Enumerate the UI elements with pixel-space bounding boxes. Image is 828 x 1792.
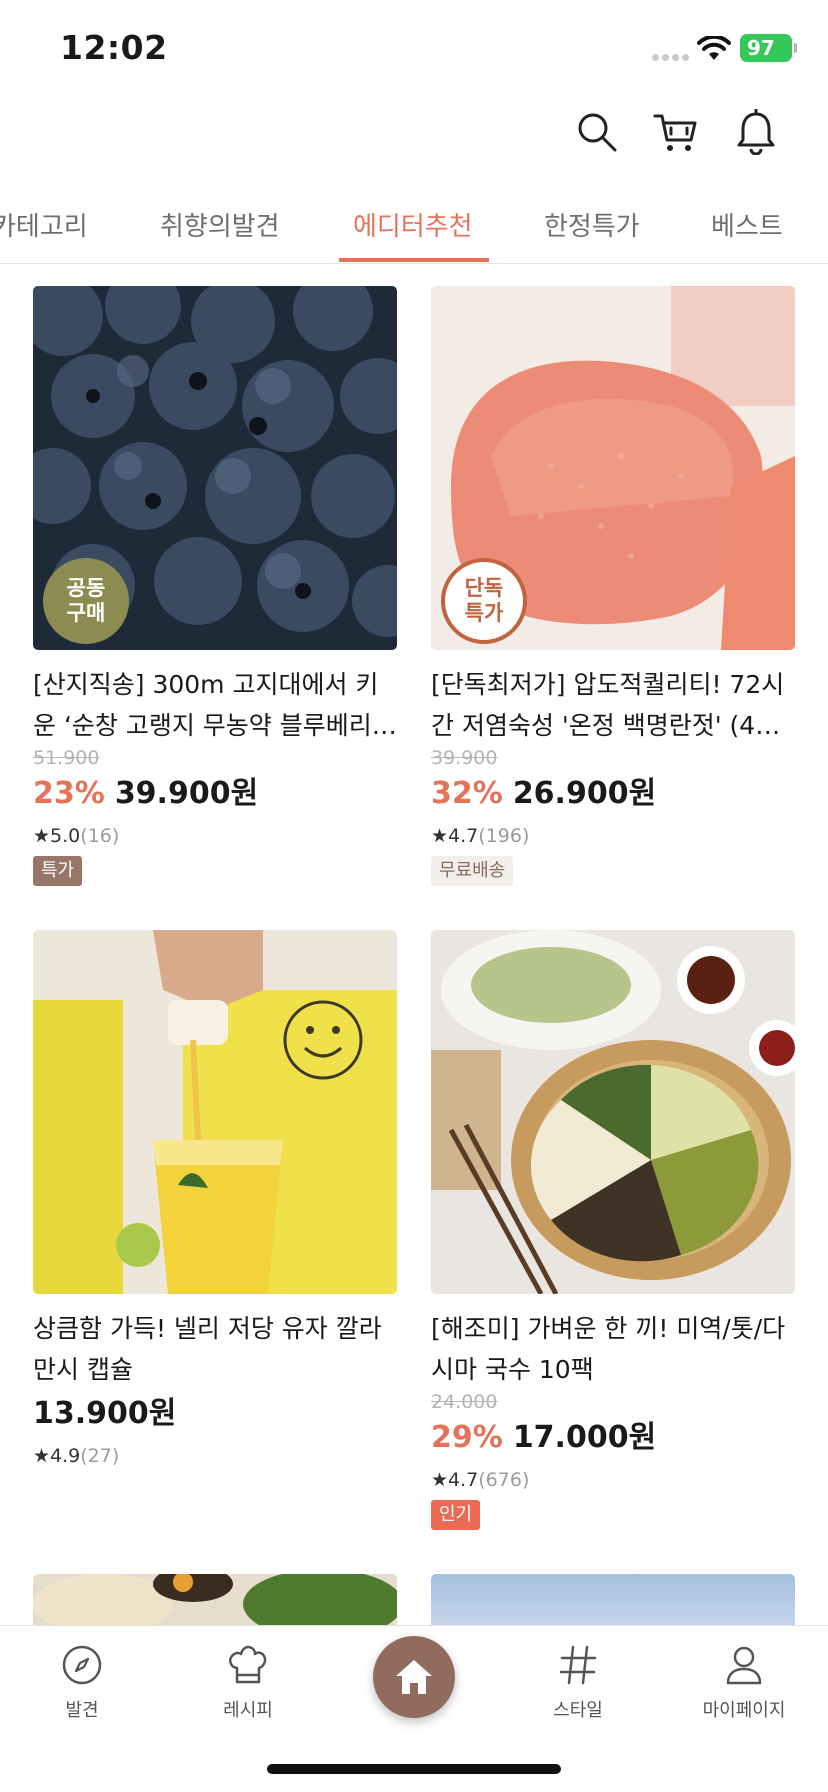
rating: ★4.7(196) (431, 820, 795, 852)
product-card[interactable]: [해조미] 가벼운 한 끼! 미역/톳/다시마 국수 10팩 24.000 29… (431, 930, 795, 1530)
product-image-pollock-roe[interactable]: 단독 특가 (431, 286, 795, 650)
cart-button[interactable] (652, 108, 700, 156)
person-icon (726, 1646, 762, 1685)
home-icon (396, 1660, 432, 1694)
active-tab-indicator (339, 258, 489, 262)
status-bar: 12:02 97 (0, 0, 828, 96)
badge-line: 공동 (66, 576, 106, 600)
product-grid: 공동 구매 [산지직송] 300m 고지대에서 키운 ‘순창 고랭지 무농약 블… (0, 286, 828, 1626)
rating-score: 4.9 (50, 1445, 81, 1467)
compass-icon (62, 1645, 102, 1685)
review-count: (16) (80, 825, 120, 847)
nav-home[interactable] (373, 1636, 455, 1718)
citron-drink-photo (33, 930, 397, 1294)
nav-label: 발견 (65, 1700, 99, 1721)
nav-discover[interactable]: 발견 (12, 1644, 152, 1722)
partial-sky-photo (431, 1574, 795, 1626)
exclusive-deal-badge: 단독 특가 (441, 558, 527, 644)
tab-taste-discovery[interactable]: 취향의발견 (160, 206, 280, 243)
rating-score: 5.0 (50, 825, 81, 847)
discount-rate: 23% (33, 776, 105, 811)
review-count: (196) (478, 825, 530, 847)
star-icon: ★ (33, 825, 51, 847)
sale-price: 17.000원 (512, 1420, 657, 1455)
tab-limited-deal[interactable]: 한정특가 (544, 206, 640, 243)
nav-label: 마이페이지 (702, 1700, 786, 1721)
product-title[interactable]: [해조미] 가벼운 한 끼! 미역/톳/다시마 국수 10팩 (431, 1308, 795, 1390)
sale-price: 39.900원 (114, 776, 259, 811)
product-card[interactable] (431, 1574, 795, 1626)
badge-line: 단독 (464, 576, 504, 600)
badge-line: 특가 (464, 601, 504, 625)
product-image-citron-capsule[interactable] (33, 930, 397, 1294)
product-image-seaweed-noodle[interactable] (431, 930, 795, 1294)
popular-tag: 인기 (431, 1500, 481, 1530)
group-buy-badge: 공동 구매 (43, 558, 129, 644)
rating: ★5.0(16) (33, 820, 397, 852)
status-time: 12:02 (60, 28, 168, 67)
price-row: 23% 39.900원 (33, 772, 397, 816)
sale-price: 13.900원 (33, 1396, 177, 1431)
discount-rate: 29% (431, 1420, 503, 1455)
nav-recipe[interactable]: 레시피 (178, 1644, 318, 1722)
rating: ★4.7(676) (431, 1464, 795, 1496)
product-image-partial[interactable] (431, 1574, 795, 1626)
product-title[interactable]: [산지직송] 300m 고지대에서 키운 ‘순창 고랭지 무농약 블루베리… (33, 664, 397, 746)
tab-best[interactable]: 베스트 (711, 206, 783, 243)
header-actions (0, 108, 828, 172)
sale-price: 26.900원 (512, 776, 657, 811)
battery-level: 97 (747, 36, 775, 60)
price-row: 13.900원 (33, 1392, 397, 1436)
category-tabs: 카테고리 취향의발견 에디터추천 한정특가 베스트 (0, 196, 828, 264)
product-title[interactable]: [단독최저가] 압도적퀄리티! 72시간 저염숙성 '온정 백명란젓' (4… (431, 664, 795, 746)
discount-rate: 32% (431, 776, 503, 811)
tab-category[interactable]: 카테고리 (0, 206, 88, 243)
original-price: 51.900 (33, 747, 100, 769)
badge-line: 구매 (66, 601, 106, 625)
star-icon: ★ (431, 825, 449, 847)
product-card[interactable]: 단독 특가 [단독최저가] 압도적퀄리티! 72시간 저염숙성 '온정 백명란젓… (431, 286, 795, 886)
notification-button[interactable] (732, 108, 780, 156)
star-icon: ★ (431, 1469, 449, 1491)
price-row: 29% 17.000원 (431, 1416, 795, 1460)
rating-score: 4.7 (448, 825, 479, 847)
review-count: (676) (478, 1469, 530, 1491)
wifi-icon (697, 36, 731, 60)
star-icon: ★ (33, 1445, 51, 1467)
battery-cap (794, 43, 797, 53)
special-tag: 특가 (33, 856, 83, 886)
nav-mypage[interactable]: 마이페이지 (674, 1644, 814, 1722)
nav-style[interactable]: 스타일 (508, 1644, 648, 1722)
bell-icon (737, 109, 775, 155)
search-button[interactable] (573, 108, 621, 156)
partial-food-photo (33, 1574, 397, 1626)
search-icon (578, 113, 617, 152)
battery-icon: 97 (740, 34, 792, 62)
home-indicator (267, 1764, 561, 1774)
original-price: 39.900 (431, 747, 498, 769)
rating-score: 4.7 (448, 1469, 479, 1491)
original-price: 24.000 (431, 1391, 498, 1413)
product-card[interactable] (33, 1574, 397, 1626)
cart-icon (653, 114, 697, 151)
free-shipping-tag: 무료배송 (431, 856, 514, 886)
price-row: 32% 26.900원 (431, 772, 795, 816)
review-count: (27) (80, 1445, 120, 1467)
product-image-partial[interactable] (33, 1574, 397, 1626)
tab-editor-pick[interactable]: 에디터추천 (353, 206, 473, 243)
product-card[interactable]: 공동 구매 [산지직송] 300m 고지대에서 키운 ‘순창 고랭지 무농약 블… (33, 286, 397, 886)
product-image-blueberry[interactable]: 공동 구매 (33, 286, 397, 650)
hash-icon (559, 1645, 597, 1685)
product-card[interactable]: 상큼함 가득! 넬리 저당 유자 깔라만시 캡슐 13.900원 ★4.9(27… (33, 930, 397, 1472)
seaweed-noodle-photo (431, 930, 795, 1294)
chef-hat-icon (228, 1645, 267, 1684)
product-title[interactable]: 상큼함 가득! 넬리 저당 유자 깔라만시 캡슐 (33, 1308, 397, 1390)
rating: ★4.9(27) (33, 1440, 397, 1472)
cellular-signal-icon (652, 54, 690, 62)
nav-label: 스타일 (553, 1700, 603, 1721)
nav-label: 레시피 (223, 1700, 273, 1721)
